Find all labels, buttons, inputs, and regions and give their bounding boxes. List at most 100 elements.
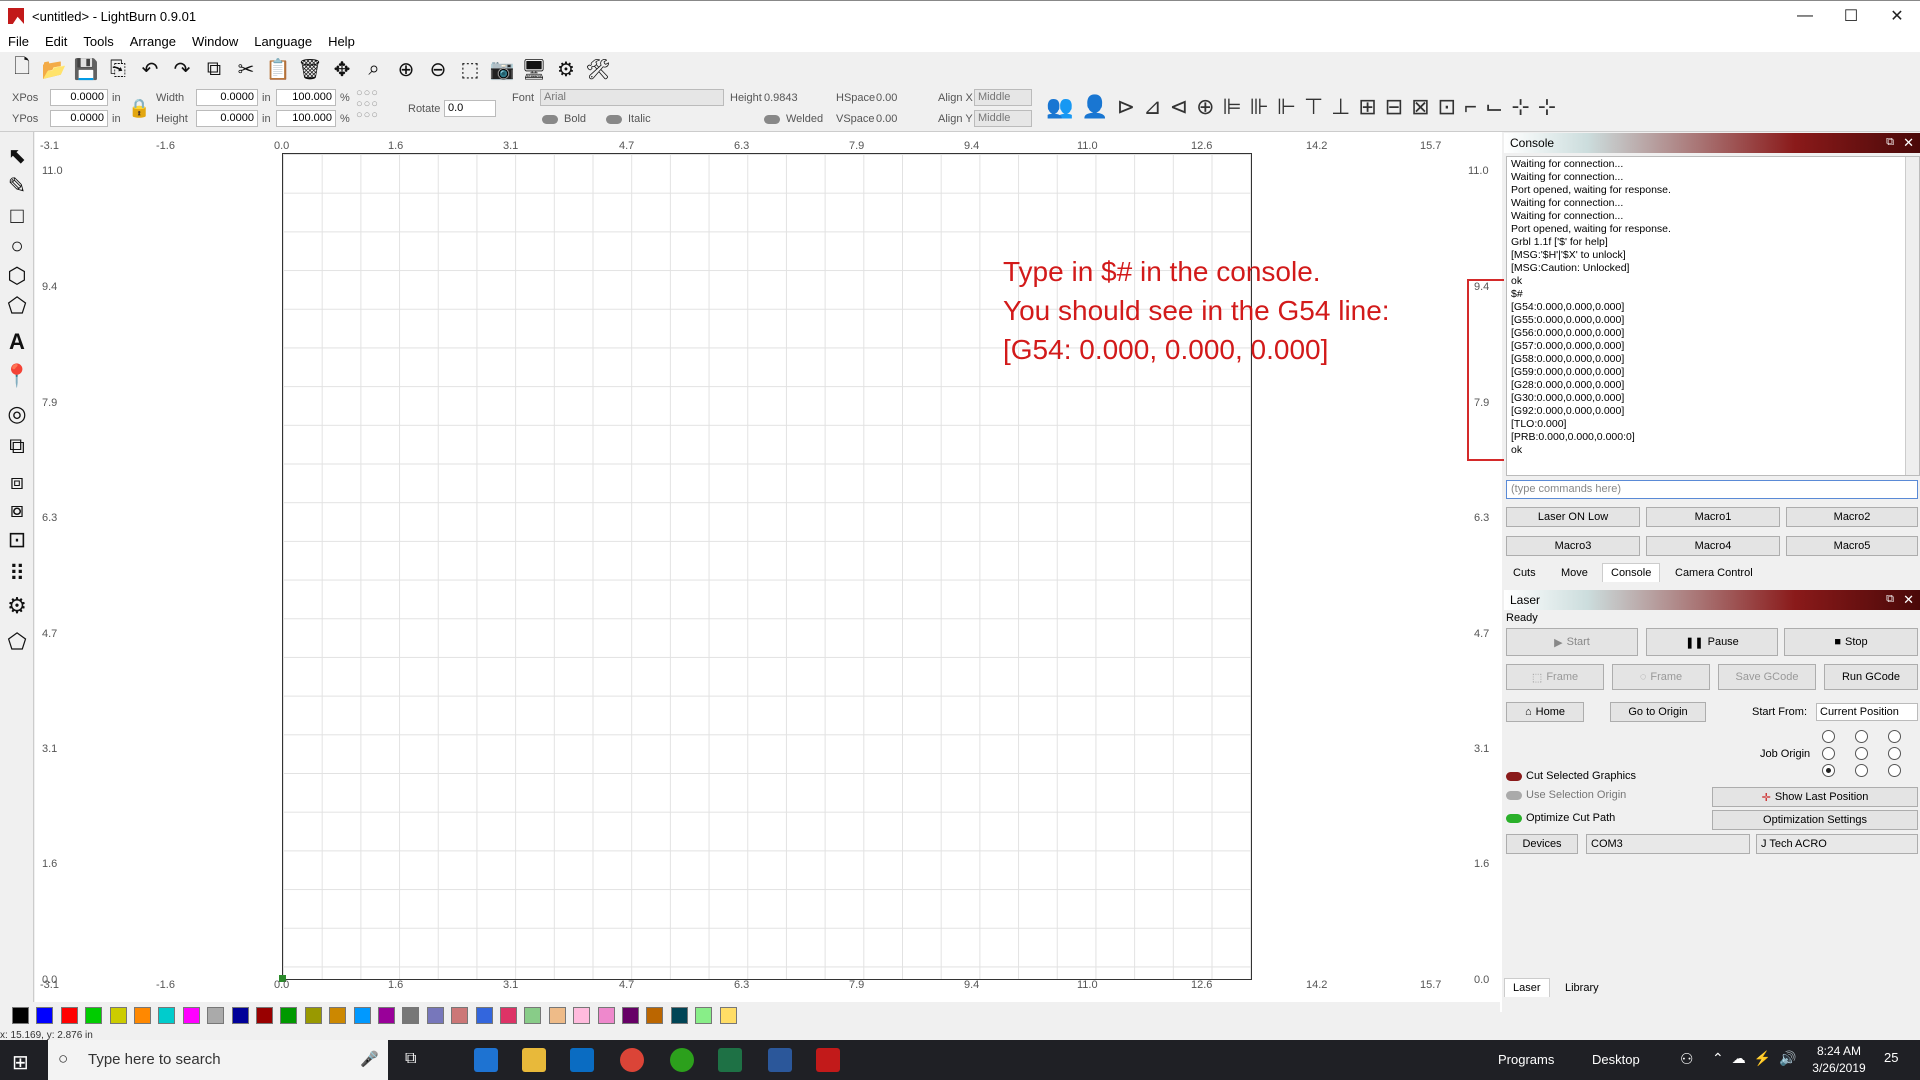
macro1-button[interactable]: Macro1 [1646,507,1780,527]
home-button[interactable]: ⌂ Home [1506,702,1584,722]
float-icon[interactable]: ⧉ [1886,136,1894,149]
width-field[interactable]: 0.0000 [196,89,258,106]
cut-selected-toggle[interactable] [1506,772,1522,781]
notification-center[interactable]: 25 [1884,1050,1898,1065]
tab-cuts[interactable]: Cuts [1504,563,1545,583]
zoom-out-icon[interactable]: ⊖ [424,55,452,83]
menu-window[interactable]: Window [184,30,246,49]
palette-swatch[interactable] [85,1007,103,1024]
ypos-field[interactable]: 0.0000 [50,110,108,127]
port-select[interactable]: COM3 [1586,834,1750,854]
paste-icon[interactable]: 📋 [264,55,292,83]
palette-swatch[interactable] [134,1007,151,1024]
zoom-fit-icon[interactable]: ⌕ [360,55,388,83]
quickbooks-icon[interactable] [670,1048,694,1072]
boolean-union-icon[interactable]: ⧉ [3,432,31,460]
maximize-button[interactable]: ☐ [1828,1,1874,31]
palette-swatch[interactable] [353,1007,371,1024]
devices-button[interactable]: Devices [1506,834,1578,854]
palette-swatch[interactable] [719,1007,737,1024]
position-laser-icon[interactable]: 📍 [3,362,31,390]
open-file-icon[interactable]: 📂 [40,55,68,83]
palette-swatch[interactable] [256,1007,273,1024]
palette-swatch[interactable] [475,1007,493,1024]
hspace-field[interactable]: 0.00 [876,92,897,104]
palette-swatch[interactable] [524,1007,542,1024]
redo-icon[interactable]: ↷ [168,55,196,83]
float-icon[interactable]: ⧉ [1886,593,1894,606]
laser-on-low-button[interactable]: Laser ON Low [1506,507,1640,527]
select-frame-icon[interactable]: ⬚ [456,55,484,83]
system-tray-icons[interactable]: ⌃☁⚡🔊 [1712,1050,1805,1067]
console-scrollbar[interactable] [1905,157,1919,475]
polygon-icon[interactable]: ⬡ [3,262,31,290]
task-view-icon[interactable]: ⧉ [405,1050,416,1068]
boolean-subtract-icon[interactable]: ⧈ [3,468,31,496]
menu-tools[interactable]: Tools [75,30,121,49]
go-to-origin-button[interactable]: Go to Origin [1610,702,1706,722]
move-icon[interactable]: ✥ [328,55,356,83]
weld-icon[interactable]: ⊡ [3,526,31,554]
align-y-select[interactable]: Middle [974,110,1032,127]
menu-language[interactable]: Language [246,30,320,49]
pause-button[interactable]: ❚❚ Pause [1646,628,1778,656]
palette-swatch[interactable] [451,1007,469,1024]
rotate-field[interactable]: 0.0 [444,100,496,117]
job-origin-radio-br[interactable] [1888,764,1901,777]
pen-icon[interactable]: ✎ [3,172,31,200]
select-arrow-icon[interactable]: ⬉ [3,142,31,170]
palette-swatch[interactable] [597,1007,615,1024]
chrome-icon[interactable] [620,1048,644,1072]
zoom-in-icon[interactable]: ⊕ [392,55,420,83]
palette-swatch[interactable] [426,1007,444,1024]
menu-arrange[interactable]: Arrange [122,30,184,49]
palette-swatch[interactable] [548,1007,566,1024]
palette-swatch[interactable] [231,1007,249,1024]
job-origin-radio-tc[interactable] [1855,730,1868,743]
palette-swatch[interactable] [500,1007,517,1024]
font-select[interactable]: Arial [540,89,724,106]
rectangle-icon[interactable]: □ [3,202,31,230]
run-gcode-button[interactable]: Run GCode [1824,664,1918,690]
bold-toggle[interactable] [542,115,558,124]
italic-toggle[interactable] [606,115,622,124]
frame-circle-button[interactable]: ◌ Frame [1612,664,1710,690]
palette-swatch[interactable] [182,1007,200,1024]
tab-move[interactable]: Move [1552,563,1597,583]
close-icon[interactable]: ✕ [1903,592,1914,608]
lightburn-taskbar-icon[interactable] [816,1048,840,1072]
palette-swatch[interactable] [280,1007,298,1024]
job-origin-radio-bc[interactable] [1855,764,1868,777]
settings-icon[interactable]: ⚙ [552,55,580,83]
clock-date[interactable]: 3/26/2019 [1808,1061,1870,1075]
circular-array-icon[interactable]: ⚙ [3,592,31,620]
export-icon[interactable]: ⎘ [104,55,132,83]
minimize-button[interactable]: — [1782,1,1828,31]
menu-help[interactable]: Help [320,30,363,49]
height-field[interactable]: 0.0000 [196,110,258,127]
word-icon[interactable] [768,1048,792,1072]
macro2-button[interactable]: Macro2 [1786,507,1918,527]
camera-icon[interactable]: 📷 [488,55,516,83]
people-icon[interactable]: ⚇ [1680,1050,1693,1068]
palette-swatch[interactable] [622,1007,639,1024]
menu-edit[interactable]: Edit [37,30,75,49]
close-icon[interactable]: ✕ [1903,135,1914,151]
frame-rect-button[interactable]: ⬚ Frame [1506,664,1604,690]
palette-swatch[interactable] [670,1007,688,1024]
palette-swatch[interactable] [109,1007,127,1024]
palette-swatch[interactable] [60,1007,78,1024]
palette-swatch[interactable] [402,1007,420,1024]
macro4-button[interactable]: Macro4 [1646,536,1780,556]
console-command-input[interactable]: (type commands here) [1506,480,1918,499]
job-origin-radio-tr[interactable] [1888,730,1901,743]
edit-nodes-icon[interactable]: ⬠ [3,292,31,320]
stop-button[interactable]: ■ Stop [1784,628,1918,656]
font-height-field[interactable]: 0.9843 [764,92,798,104]
palette-swatch[interactable] [329,1007,347,1024]
palette-swatch[interactable] [378,1007,395,1024]
job-origin-radio-bl[interactable] [1822,764,1835,777]
save-icon[interactable]: 💾 [72,55,100,83]
copy-icon[interactable]: ⧉ [200,55,228,83]
clock-time[interactable]: 8:24 AM [1808,1044,1870,1058]
